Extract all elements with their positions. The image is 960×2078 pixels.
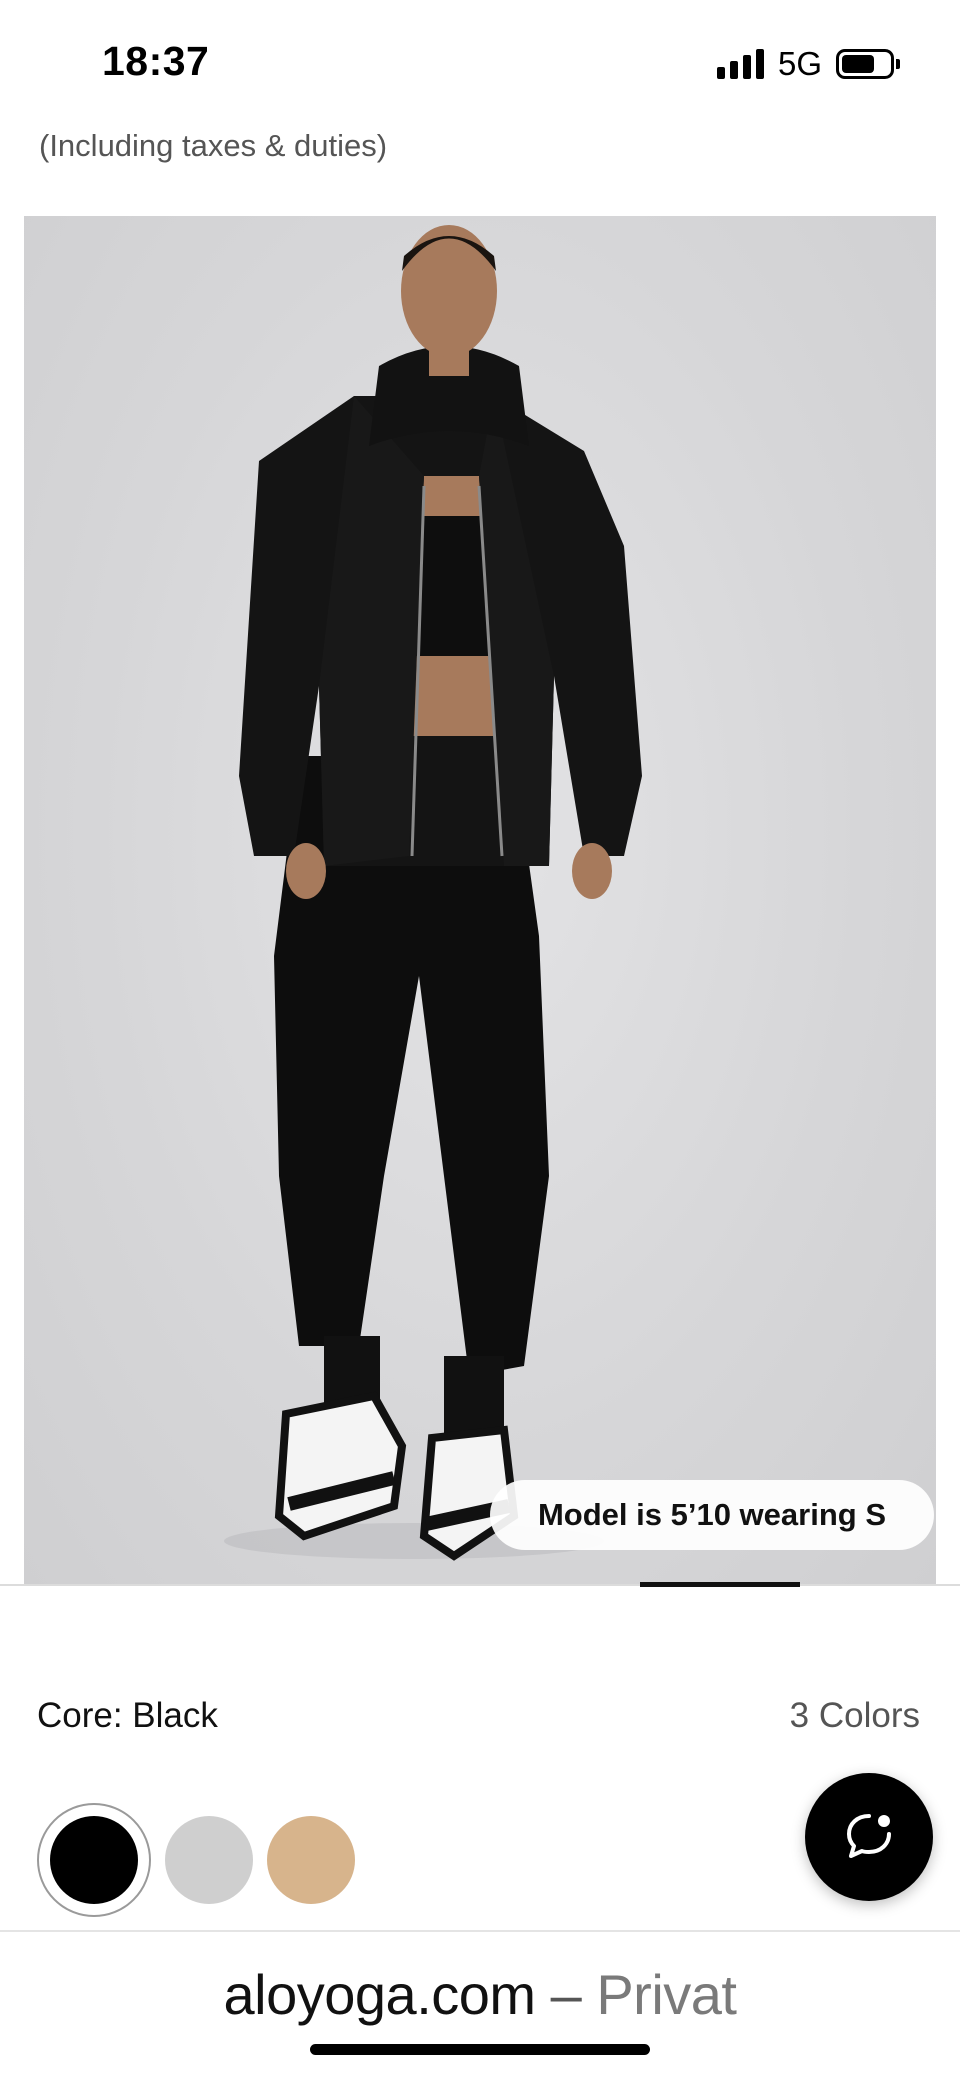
status-indicators: 5G	[716, 44, 900, 84]
model-info-badge: Model is 5’10 wearing S	[490, 1480, 934, 1550]
network-type: 5G	[777, 45, 822, 82]
url-separator: –	[535, 1963, 597, 2026]
chat-bubble-icon	[847, 1814, 891, 1858]
selected-color-label: Core: Black	[37, 1696, 218, 1735]
model-illustration	[224, 225, 642, 1561]
swatch-grey[interactable]	[165, 1816, 253, 1904]
status-bar: 18:37 5G	[0, 0, 960, 120]
private-mode-label: Privat	[596, 1963, 737, 2026]
color-swatches	[37, 1803, 355, 1917]
gallery-track	[0, 1584, 960, 1586]
status-time: 18:37	[102, 38, 210, 84]
battery-icon	[836, 49, 900, 79]
tax-note: (Including taxes & duties)	[39, 128, 388, 163]
swatch-black[interactable]	[37, 1803, 151, 1917]
signal-strength-icon	[716, 49, 764, 79]
product-page: 18:37 5G (Including taxes & duties) Mode…	[0, 0, 960, 2078]
color-count: 3 Colors	[789, 1696, 920, 1735]
chat-button[interactable]	[805, 1773, 933, 1901]
browser-address-bar[interactable]: aloyoga.com – Privat	[0, 1930, 960, 2078]
gallery-progress-indicator	[640, 1582, 800, 1587]
url-domain: aloyoga.com	[223, 1963, 537, 2026]
swatch-black-fill	[50, 1816, 138, 1904]
home-indicator[interactable]	[310, 2044, 650, 2055]
swatch-tan[interactable]	[267, 1816, 355, 1904]
url-display[interactable]: aloyoga.com – Privat	[0, 1962, 960, 2027]
product-image[interactable]: Model is 5’10 wearing S	[24, 216, 936, 1584]
